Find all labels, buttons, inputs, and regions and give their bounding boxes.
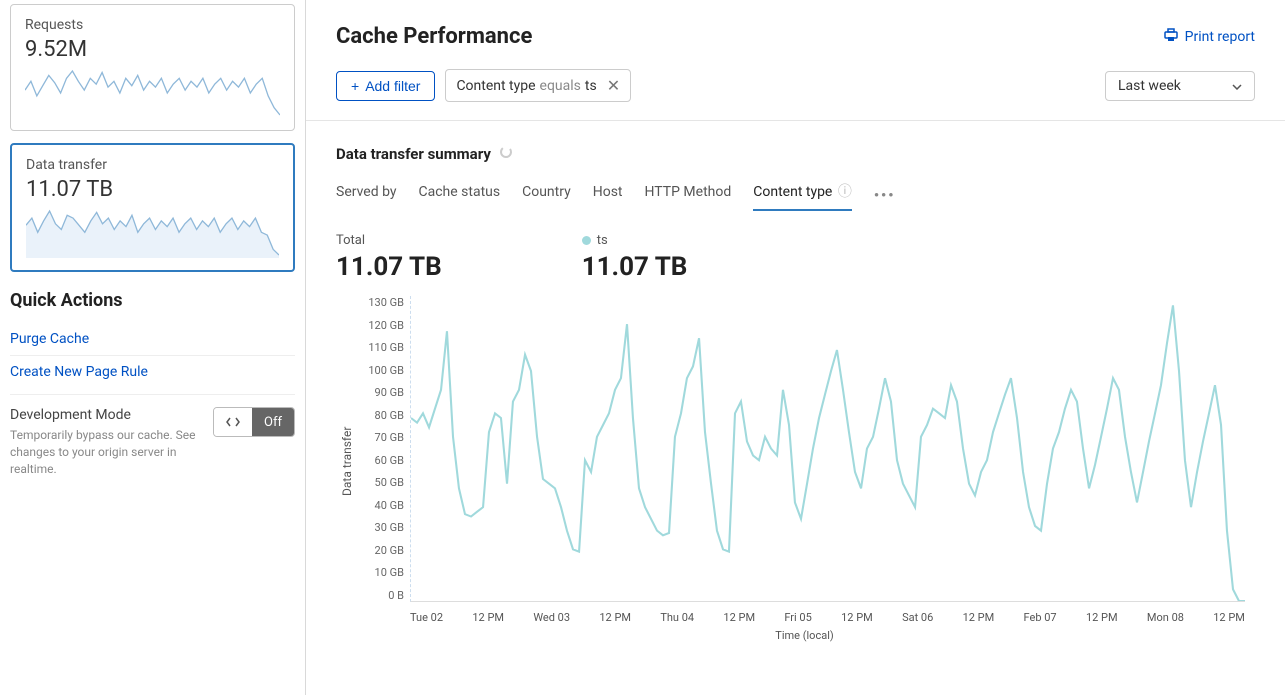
dev-mode-title: Development Mode	[10, 407, 201, 423]
close-icon[interactable]: ✕	[607, 76, 620, 95]
x-tick: Sat 06	[902, 611, 933, 624]
quick-action-purge-cache[interactable]: Purge Cache	[10, 323, 295, 356]
print-report-link[interactable]: Print report	[1163, 28, 1255, 46]
y-tick: 100 GB	[354, 364, 404, 377]
x-tick: 12 PM	[841, 611, 873, 624]
y-tick: 10 GB	[354, 566, 404, 579]
chart-plot-area[interactable]	[410, 296, 1245, 602]
stat-value: 11.07 TB	[26, 177, 279, 202]
sparkline	[25, 68, 280, 118]
y-tick: 90 GB	[354, 386, 404, 399]
y-tick: 40 GB	[354, 499, 404, 512]
total-ts: ts 11.07 TB	[582, 233, 688, 282]
x-tick: Fri 05	[784, 611, 811, 624]
filter-chip[interactable]: Content type equals ts ✕	[445, 69, 631, 102]
x-tick: Feb 07	[1024, 611, 1057, 624]
tab-host[interactable]: Host	[593, 184, 623, 208]
x-axis-label: Time (local)	[775, 629, 833, 642]
x-tick: 12 PM	[1213, 611, 1245, 624]
y-tick: 30 GB	[354, 521, 404, 534]
tab-content-type[interactable]: Content type ⓘ	[753, 181, 852, 211]
tab-cache-status[interactable]: Cache status	[419, 184, 501, 208]
y-tick: 120 GB	[354, 319, 404, 332]
y-tick: 20 GB	[354, 544, 404, 557]
y-tick: 110 GB	[354, 341, 404, 354]
x-tick: 12 PM	[723, 611, 755, 624]
tabs-more-button[interactable]: •••	[874, 188, 896, 204]
sparkline	[26, 208, 279, 258]
total-total: Total 11.07 TB	[336, 233, 442, 282]
tab-country[interactable]: Country	[522, 184, 571, 208]
total-label: ts	[597, 233, 608, 248]
info-icon: ⓘ	[838, 184, 852, 200]
x-tick: Thu 04	[660, 611, 694, 624]
series-dot-icon	[582, 236, 591, 245]
stat-value: 9.52M	[25, 37, 280, 62]
filter-operator: equals	[540, 78, 581, 94]
add-filter-button[interactable]: + Add filter	[336, 71, 435, 101]
x-tick: 12 PM	[599, 611, 631, 624]
x-tick: 12 PM	[472, 611, 504, 624]
date-range-select[interactable]: Last week	[1105, 71, 1255, 101]
quick-action-create-new-page-rule[interactable]: Create New Page Rule	[10, 356, 295, 388]
loading-icon	[499, 145, 513, 163]
filter-value: ts	[585, 78, 597, 94]
y-tick: 80 GB	[354, 409, 404, 422]
page-title: Cache Performance	[336, 24, 532, 49]
print-label: Print report	[1185, 29, 1255, 45]
dev-mode-desc: Temporarily bypass our cache. See change…	[10, 427, 201, 477]
stat-card-data-transfer[interactable]: Data transfer 11.07 TB	[10, 143, 295, 272]
printer-icon	[1163, 28, 1179, 46]
x-tick: Tue 02	[410, 611, 443, 624]
total-value: 11.07 TB	[582, 252, 688, 282]
date-range-label: Last week	[1118, 78, 1181, 94]
total-value: 11.07 TB	[336, 252, 442, 282]
y-tick: 70 GB	[354, 431, 404, 444]
plus-icon: +	[351, 78, 359, 94]
quick-actions-heading: Quick Actions	[10, 290, 295, 311]
tab-http-method[interactable]: HTTP Method	[645, 184, 732, 208]
total-label: Total	[336, 233, 365, 248]
stat-label: Data transfer	[26, 157, 279, 173]
x-tick: 12 PM	[963, 611, 995, 624]
chevron-down-icon	[1232, 78, 1242, 94]
toggle-arrows-icon	[214, 408, 252, 436]
x-tick: Mon 08	[1147, 611, 1184, 624]
tab-served-by[interactable]: Served by	[336, 184, 397, 208]
y-axis-label: Data transfer	[336, 296, 354, 626]
summary-title: Data transfer summary	[336, 145, 491, 163]
add-filter-label: Add filter	[365, 78, 420, 94]
filter-field: Content type	[456, 78, 535, 94]
stat-card-requests[interactable]: Requests 9.52M	[10, 4, 295, 131]
y-tick: 130 GB	[354, 296, 404, 309]
dev-mode-toggle[interactable]: Off	[213, 407, 295, 437]
x-tick: Wed 03	[533, 611, 570, 624]
y-tick: 50 GB	[354, 476, 404, 489]
y-tick: 0 B	[354, 589, 404, 602]
y-tick: 60 GB	[354, 454, 404, 467]
toggle-state-label: Off	[252, 408, 294, 436]
x-tick: 12 PM	[1086, 611, 1118, 624]
stat-label: Requests	[25, 17, 280, 33]
